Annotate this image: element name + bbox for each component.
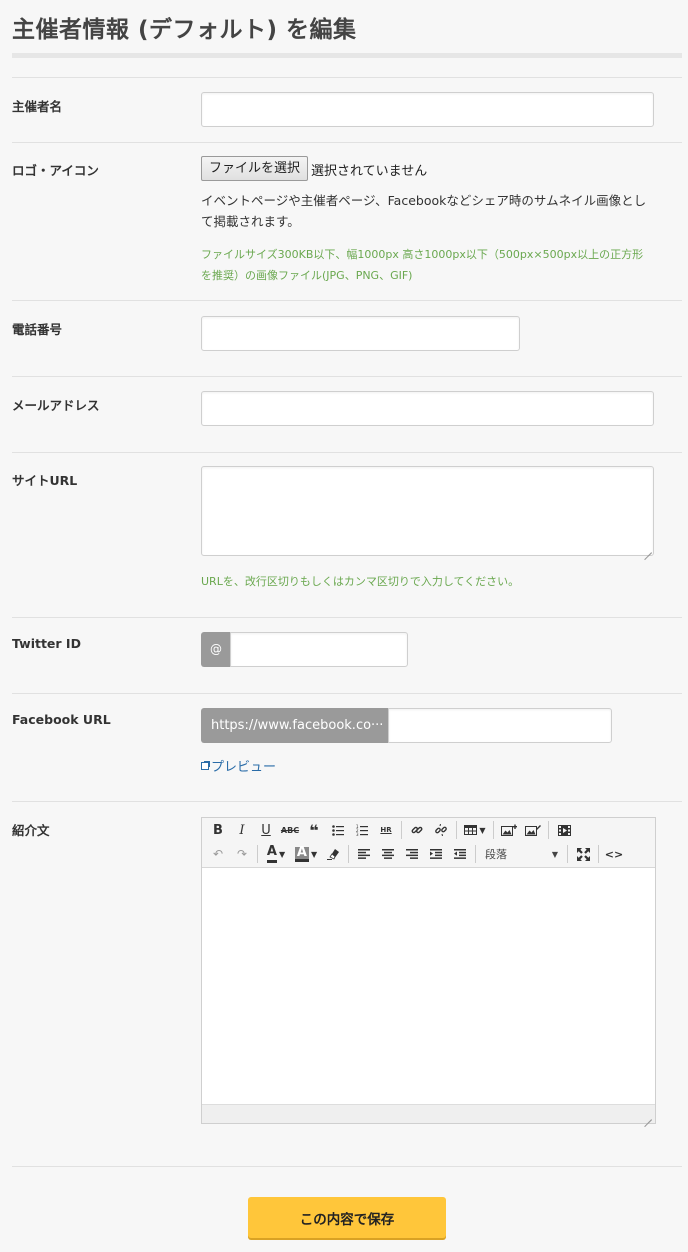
format-select-value: 段落 [485, 848, 507, 861]
divider [12, 300, 682, 301]
email-input[interactable] [201, 391, 654, 426]
undo-icon[interactable]: ↶ [206, 843, 230, 865]
page-title: 主催者情報 (デフォルト) を編集 [12, 17, 357, 43]
redo-icon[interactable]: ↷ [230, 843, 254, 865]
organizer-name-input[interactable] [201, 92, 654, 127]
italic-icon[interactable]: I [230, 819, 254, 841]
align-center-icon[interactable] [376, 843, 400, 865]
toolbar-separator [348, 845, 349, 863]
twitter-label: Twitter ID [12, 636, 81, 651]
strikethrough-icon[interactable]: ABC [278, 819, 302, 841]
numbered-list-icon[interactable]: 123 [350, 819, 374, 841]
link-icon[interactable] [405, 819, 429, 841]
resize-handle-icon[interactable] [644, 545, 652, 553]
chevron-down-icon: ▼ [551, 849, 558, 859]
divider [12, 1166, 682, 1167]
toolbar-separator [475, 845, 476, 863]
facebook-url-input[interactable] [388, 708, 612, 743]
phone-label: 電話番号 [12, 322, 63, 337]
media-icon[interactable] [552, 819, 576, 841]
bold-icon[interactable]: B [206, 819, 230, 841]
divider [12, 77, 682, 78]
site-url-label: サイトURL [12, 473, 78, 488]
file-status-text: 選択されていません [311, 164, 428, 179]
editor-content-area[interactable] [202, 868, 655, 1105]
text-color-icon[interactable]: A ▼ [261, 843, 291, 865]
external-link-icon [201, 761, 210, 770]
background-color-icon[interactable]: A ▼ [291, 843, 321, 865]
table-icon[interactable]: ▼ [460, 819, 490, 841]
fullscreen-icon[interactable] [571, 843, 595, 865]
toolbar-separator [598, 845, 599, 863]
intro-label: 紹介文 [12, 823, 50, 838]
site-url-hint: URLを、改行区切りもしくはカンマ区切りで入力してください。 [201, 575, 520, 588]
editor-resize-icon[interactable] [644, 1112, 652, 1120]
toolbar-separator [456, 821, 457, 839]
clear-format-icon[interactable] [321, 843, 345, 865]
logo-description: イベントページや主催者ページ、Facebookなどシェア時のサムネイル画像として… [201, 193, 647, 229]
toolbar-separator [257, 845, 258, 863]
twitter-id-input[interactable] [230, 632, 408, 667]
logo-hint: ファイルサイズ300KB以下、幅1000px 高さ1000px以下（500px×… [201, 248, 644, 282]
edit-image-icon[interactable] [521, 819, 545, 841]
phone-input[interactable] [201, 316, 520, 351]
preview-link-label: プレビュー [211, 760, 277, 775]
divider [12, 142, 682, 143]
toolbar-separator [567, 845, 568, 863]
bullet-list-icon[interactable] [326, 819, 350, 841]
source-code-icon[interactable]: <> [602, 843, 626, 865]
align-left-icon[interactable] [352, 843, 376, 865]
unlink-icon[interactable] [429, 819, 453, 841]
facebook-url-prefix: https://www.facebook.co··· [201, 708, 389, 743]
rich-text-editor: B I U ABC ❝ 123 HR ▼ ↶ ↷ A ▼ A ▼ 段落 ▼ <> [201, 817, 656, 1124]
indent-icon[interactable] [424, 843, 448, 865]
facebook-label: Facebook URL [12, 712, 111, 727]
divider [12, 376, 682, 377]
preview-link[interactable]: プレビュー [201, 756, 276, 775]
divider [12, 452, 682, 453]
divider [12, 693, 682, 694]
organizer-name-label: 主催者名 [12, 99, 63, 114]
blockquote-icon[interactable]: ❝ [302, 819, 326, 841]
align-right-icon[interactable] [400, 843, 424, 865]
insert-image-icon[interactable] [497, 819, 521, 841]
choose-file-button[interactable]: ファイルを選択 [201, 156, 308, 181]
toolbar-separator [548, 821, 549, 839]
toolbar-separator [493, 821, 494, 839]
editor-statusbar [202, 1104, 655, 1123]
site-url-textarea[interactable] [201, 466, 654, 556]
twitter-at-prefix: @ [201, 632, 231, 667]
divider [12, 801, 682, 802]
logo-label: ロゴ・アイコン [12, 163, 99, 178]
outdent-icon[interactable] [448, 843, 472, 865]
toolbar-separator [401, 821, 402, 839]
title-divider [12, 53, 682, 58]
horizontal-rule-icon[interactable]: HR [374, 819, 398, 841]
underline-icon[interactable]: U [254, 819, 278, 841]
paragraph-format-select[interactable]: 段落 ▼ [479, 843, 564, 865]
divider [12, 617, 682, 618]
svg-text:3: 3 [356, 832, 359, 836]
editor-toolbar: B I U ABC ❝ 123 HR ▼ ↶ ↷ A ▼ A ▼ 段落 ▼ <> [202, 818, 655, 868]
email-label: メールアドレス [12, 398, 100, 413]
save-button[interactable]: この内容で保存 [248, 1197, 446, 1238]
